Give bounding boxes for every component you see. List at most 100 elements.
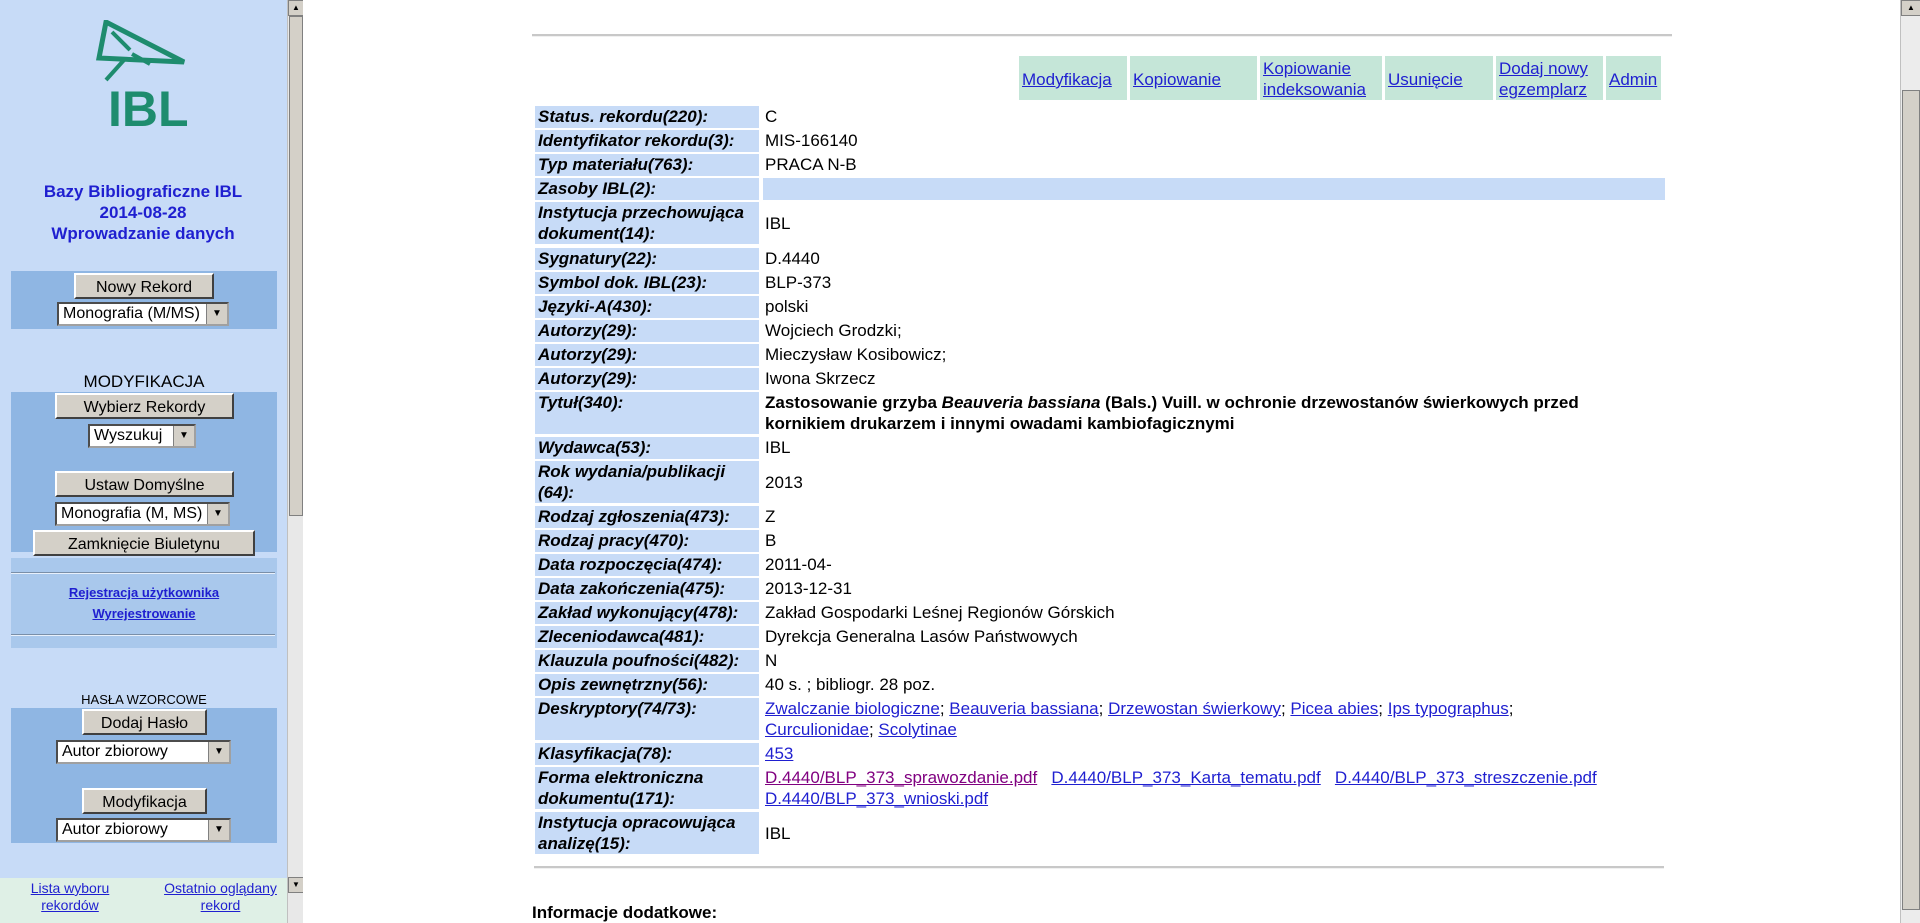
chevron-down-icon[interactable]: ▼	[207, 504, 228, 524]
field-label: Sygnatury(22):	[535, 248, 759, 270]
field-label: Deskryptory(74/73):	[535, 698, 759, 740]
chevron-down-icon[interactable]: ▼	[206, 304, 227, 324]
scrollbar-thumb[interactable]	[1902, 90, 1920, 910]
set-defaults-button[interactable]: Ustaw Domyślne	[55, 471, 234, 497]
chevron-down-icon[interactable]: ▼	[208, 742, 229, 762]
field-value: N	[765, 651, 778, 670]
field-value: Iwona Skrzecz	[765, 369, 876, 388]
modify-heading-button[interactable]: Modyfikacja	[82, 788, 207, 814]
field-label: Wydawca(53):	[535, 437, 759, 459]
field-value: 2013-12-31	[765, 579, 852, 598]
field-label: Data zakończenia(475):	[535, 578, 759, 600]
field-value: C	[765, 107, 778, 126]
descriptor-link[interactable]: Drzewostan świerkowy	[1108, 699, 1281, 718]
field-label: Autorzy(29):	[535, 320, 759, 342]
register-user-link[interactable]: Rejestracja użytkownika	[11, 585, 277, 600]
file-link[interactable]: D.4440/BLP_373_wnioski.pdf	[765, 789, 988, 808]
descriptor-link[interactable]: Beauveria bassiana	[949, 699, 1098, 718]
select-records-button[interactable]: Wybierz Rekordy	[55, 393, 234, 419]
ibl-logo: IBL	[95, 20, 189, 130]
action-modify[interactable]: Modyfikacja	[1019, 56, 1127, 100]
classification-link[interactable]: 453	[765, 744, 793, 763]
search-mode-select[interactable]: Wyszukuj ▼	[88, 424, 196, 448]
descriptor-link[interactable]: Scolytinae	[878, 720, 956, 739]
field-label: Instytucja przechowująca dokument(14):	[535, 202, 759, 244]
field-label: Data rozpoczęcia(474):	[535, 554, 759, 576]
authority-heading: HASŁA WZORCOWE	[81, 692, 207, 707]
field-value: 453	[763, 743, 1665, 764]
field-value: 2013	[765, 473, 803, 492]
descriptor-link[interactable]: Ips typographus	[1388, 699, 1509, 718]
additional-info-heading: Informacje dodatkowe:	[532, 903, 718, 922]
modify-heading-type-select[interactable]: Autor zbiorowy ▼	[56, 818, 231, 842]
add-heading-button[interactable]: Dodaj Hasło	[82, 709, 207, 735]
field-label: Forma elektroniczna dokumentu(171):	[535, 767, 759, 809]
chevron-down-icon[interactable]: ▼	[173, 426, 194, 446]
field-value: Mieczysław Kosibowicz;	[765, 345, 947, 364]
field-label: Identyfikator rekordu(3):	[535, 130, 759, 152]
field-value: 40 s. ; bibliogr. 28 poz.	[765, 675, 936, 694]
record-view: Modyfikacja Kopiowanie Kopiowanie indekso…	[303, 0, 1900, 923]
modification-heading: MODYFIKACJA	[83, 372, 205, 391]
field-value: BLP-373	[765, 273, 832, 292]
file-link[interactable]: D.4440/BLP_373_sprawozdanie.pdf	[765, 768, 1037, 787]
field-label: Autorzy(29):	[535, 344, 759, 366]
field-label: Status. rekordu(220):	[535, 106, 759, 128]
top-divider	[532, 34, 1672, 37]
main-scrollbar[interactable]: ▲	[1900, 0, 1920, 923]
field-label: Zasoby IBL(2):	[535, 178, 759, 200]
field-label: Opis zewnętrzny(56):	[535, 674, 759, 696]
action-add-copy[interactable]: Dodaj nowy egzemplarz	[1496, 56, 1603, 100]
descriptors-list: Zwalczanie biologiczne; Beauveria bassia…	[765, 699, 1514, 739]
field-value: polski	[765, 297, 809, 316]
field-value: Wojciech Grodzki;	[765, 321, 902, 340]
field-label: Rok wydania/publikacji (64):	[535, 461, 759, 503]
sidebar-scrollbar[interactable]: ▲ ▼	[287, 0, 304, 923]
field-label: Języki-A(430):	[535, 296, 759, 318]
action-copy[interactable]: Kopiowanie	[1130, 56, 1257, 100]
scroll-up-icon[interactable]: ▲	[1901, 0, 1920, 16]
file-link[interactable]: D.4440/BLP_373_Karta_tematu.pdf	[1051, 768, 1320, 787]
add-heading-type-select[interactable]: Autor zbiorowy ▼	[56, 740, 231, 764]
bottom-divider	[534, 866, 1664, 869]
scroll-up-icon[interactable]: ▲	[288, 0, 304, 16]
files-list: D.4440/BLP_373_sprawozdanie.pdf D.4440/B…	[763, 767, 1665, 809]
field-value: B	[765, 531, 777, 550]
field-value: MIS-166140	[765, 131, 858, 150]
left-sidebar: IBL Bazy Bibliograficzne IBL 2014-08-28 …	[0, 0, 287, 923]
scrollbar-thumb[interactable]	[289, 16, 303, 516]
descriptor-link[interactable]: Picea abies	[1290, 699, 1378, 718]
svg-text:IBL: IBL	[108, 81, 189, 130]
field-value: PRACA N-B	[765, 155, 857, 174]
field-value: IBL	[765, 214, 791, 233]
logout-link[interactable]: Wyrejestrowanie	[11, 606, 277, 621]
new-record-type-select[interactable]: Monografia (M/MS) ▼	[57, 302, 229, 326]
field-value: Zakład Gospodarki Leśnej Regionów Górski…	[765, 603, 1115, 622]
field-label: Klauzula poufności(482):	[535, 650, 759, 672]
sidebar-footer: Lista wyboru rekordów Ostatnio oglądany re…	[0, 878, 287, 923]
field-label: Zakład wykonujący(478):	[535, 602, 759, 624]
last-viewed-record-link[interactable]: Ostatnio oglądany rekord	[158, 880, 283, 914]
new-record-button[interactable]: Nowy Rekord	[74, 273, 214, 299]
field-value: Dyrekcja Generalna Lasów Państwowych	[765, 627, 1078, 646]
descriptor-link[interactable]: Curculionidae	[765, 720, 869, 739]
file-link[interactable]: D.4440/BLP_373_streszczenie.pdf	[1335, 768, 1597, 787]
descriptor-link[interactable]: Zwalczanie biologiczne	[765, 699, 940, 718]
field-value: D.4440	[765, 249, 820, 268]
chevron-down-icon[interactable]: ▼	[208, 820, 229, 840]
action-admin[interactable]: Admin	[1606, 56, 1661, 100]
action-delete[interactable]: Usunięcie	[1385, 56, 1493, 100]
defaults-type-select[interactable]: Monografia (M, MS) ▼	[55, 502, 230, 526]
field-value: IBL	[765, 438, 791, 457]
divider	[11, 634, 275, 636]
scroll-down-icon[interactable]: ▼	[288, 877, 304, 893]
selection-list-link[interactable]: Lista wyboru rekordów	[20, 880, 120, 914]
action-copy-indexing[interactable]: Kopiowanie indeksowania	[1260, 56, 1382, 100]
account-links: Rejestracja użytkownika Wyrejestrowanie	[11, 585, 277, 621]
divider	[11, 572, 275, 574]
field-value	[763, 178, 1665, 200]
app-title: Bazy Bibliograficzne IBL 2014-08-28 Wpro…	[43, 182, 243, 243]
close-bulletin-button[interactable]: Zamknięcie Biuletynu	[33, 530, 255, 556]
field-value: IBL	[765, 824, 791, 843]
field-label: Symbol dok. IBL(23):	[535, 272, 759, 294]
